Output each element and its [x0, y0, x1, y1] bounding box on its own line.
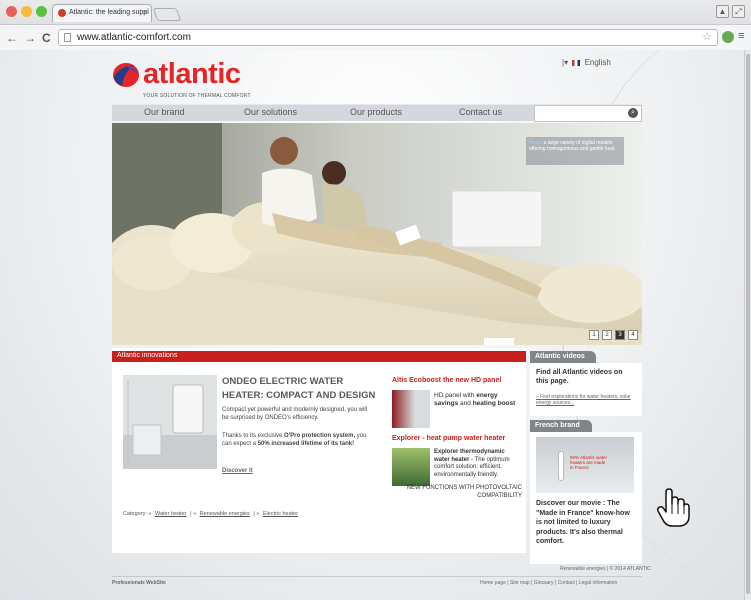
logo-wordmark: atlantic: [143, 58, 241, 90]
toolbar: ← → C www.atlantic-comfort.com ☆ ≡: [0, 24, 751, 50]
page-scrollbar[interactable]: [744, 50, 751, 600]
close-window-button[interactable]: [6, 6, 17, 17]
footer-divider: [112, 576, 642, 577]
language-selector[interactable]: |▾ English: [562, 58, 611, 67]
footer-renewable-link[interactable]: Renewable energies: [560, 566, 606, 572]
footer-nav: Home page | Site map | Glossary | Contac…: [480, 580, 618, 586]
hd-panel-image[interactable]: [392, 390, 430, 428]
feature-details-b: O'Pro protection system,: [284, 433, 356, 439]
slide-page-4[interactable]: 4: [628, 330, 638, 340]
main-menu: Our brand Our solutions Our products Con…: [112, 104, 642, 122]
window-controls: [6, 6, 47, 17]
footer-copyright: © 2014 ATLANTIC: [609, 566, 651, 572]
tab-title: Atlantic: the leading suppl: [69, 9, 149, 16]
feature-details-d: 50% increased lifetime of its tank!: [257, 441, 355, 447]
callout-text: a large variety of digital models offeri…: [529, 140, 615, 152]
menu-contact-us[interactable]: Contact us: [459, 107, 502, 117]
profile-icon[interactable]: ▲: [716, 5, 729, 18]
search-icon[interactable]: ⌕: [628, 108, 638, 118]
explorer-new-functions: NEW FUNCTIONS WITH PHOTOVOLTAIC COMPATIB…: [406, 485, 522, 499]
videos-text: Find all Atlantic videos on this page.: [536, 369, 623, 385]
slide-page-1[interactable]: 1: [589, 330, 599, 340]
category-electric-heater[interactable]: Electric heater: [263, 511, 298, 517]
feature-description: Compact yet powerful and modernly design…: [222, 407, 368, 421]
menu-our-brand[interactable]: Our brand: [144, 107, 185, 117]
menu-icon[interactable]: ≡: [738, 30, 744, 42]
forward-button[interactable]: →: [24, 31, 36, 45]
atlantic-favicon-icon: [58, 9, 66, 17]
minimize-window-button[interactable]: [21, 6, 32, 17]
slide-page-3[interactable]: 3: [615, 330, 625, 340]
scroll-thumb[interactable]: [746, 54, 750, 594]
videos-link-text: Find explorations for water heaters, sol…: [536, 394, 631, 406]
innovations-header: Atlantic innovations: [112, 351, 526, 362]
new-tab-button[interactable]: [152, 8, 182, 21]
feature-details-a: Thanks to its exclusive: [222, 433, 285, 439]
altis-text-d: heating boost: [472, 400, 516, 407]
water-heater-icon: [558, 451, 564, 481]
category-row: Category: » Water heater | » Renewable e…: [123, 511, 299, 517]
heat-pump-image[interactable]: [392, 448, 430, 486]
tab-close-icon[interactable]: ×: [142, 8, 147, 17]
browser-chrome: Atlantic: the leading suppl × ▲ ⤢ ← → C …: [0, 0, 751, 50]
menu-our-solutions[interactable]: Our solutions: [244, 107, 297, 117]
box-footer-links: Renewable energies | © 2014 ATLANTIC: [560, 566, 651, 572]
explorer-text: Explorer thermodynamic water heater - Th…: [434, 449, 522, 479]
fullscreen-icon[interactable]: ⤢: [732, 5, 745, 18]
feature-details: Thanks to its exclusive O'Pro protection…: [222, 432, 372, 448]
zoom-window-button[interactable]: [36, 6, 47, 17]
french-brand-box: 90% Atlantic water heaters are made in F…: [530, 432, 642, 564]
address-bar[interactable]: www.atlantic-comfort.com ☆: [58, 29, 718, 46]
french-brand-tab[interactable]: French brand: [530, 420, 592, 432]
slide-pager: 1 2 3 4: [589, 330, 638, 340]
atlantic-logo-icon: [113, 63, 139, 87]
footer-legal[interactable]: Legal information: [579, 580, 617, 586]
altis-ecoboost-title[interactable]: Altis Ecoboost the new HD panel: [392, 377, 501, 384]
videos-box: Find all Atlantic videos on this page. »…: [530, 363, 642, 416]
page-icon: [64, 33, 71, 42]
lang-separator: |▾: [562, 58, 569, 67]
made-in-france-caption: 90% Atlantic water heaters are made in F…: [570, 455, 608, 470]
innovations-panel: Atlantic innovations ONDEO ELECTRIC WATE…: [112, 348, 526, 553]
search-input[interactable]: ⌕: [534, 105, 642, 122]
made-in-france-image[interactable]: 90% Atlantic water heaters are made in F…: [536, 437, 634, 493]
category-renewable-energies[interactable]: Renewable energies: [200, 511, 250, 517]
footer-glossary[interactable]: Glossary: [534, 580, 554, 586]
feature-title[interactable]: ONDEO ELECTRIC WATER HEATER: COMPACT AND…: [222, 375, 378, 403]
menu-our-products[interactable]: Our products: [350, 107, 402, 117]
web-page: atlantic YOUR SOLUTION OF THERMAL COMFOR…: [0, 50, 751, 600]
bookmark-star-icon[interactable]: ☆: [702, 30, 712, 43]
videos-tab[interactable]: Atlantic videos: [530, 351, 596, 363]
reload-button[interactable]: C: [42, 31, 51, 45]
discover-it-link[interactable]: Discover it: [222, 468, 253, 474]
french-brand-text[interactable]: Discover our movie : The "Made in France…: [536, 499, 636, 547]
altis-text-a: HD panel with: [434, 392, 477, 399]
footer-home[interactable]: Home page: [480, 580, 506, 586]
url-text: www.atlantic-comfort.com: [77, 32, 191, 43]
hero-callout: Heats a large variety of digital models …: [526, 137, 624, 165]
category-label: Category:: [123, 511, 147, 517]
hand-cursor-icon: [657, 488, 690, 527]
uk-flag-icon: [572, 59, 581, 66]
videos-link[interactable]: » Find explorations for water heaters, s…: [536, 394, 636, 406]
altis-text-c: and: [458, 400, 473, 407]
ondeo-water-heater-image[interactable]: [123, 375, 217, 469]
professionals-link[interactable]: Professionals WebSite: [112, 580, 166, 586]
altis-ecoboost-text: HD panel with energy savings and heating…: [434, 392, 522, 408]
category-water-heater[interactable]: Water heater: [155, 511, 187, 517]
footer-contact[interactable]: Contact: [558, 580, 575, 586]
explorer-title[interactable]: Explorer - heat pump water heater: [392, 435, 505, 442]
browser-tab[interactable]: Atlantic: the leading suppl ×: [52, 4, 152, 22]
hero-banner[interactable]: Heats a large variety of digital models …: [112, 123, 642, 345]
slide-page-2[interactable]: 2: [602, 330, 612, 340]
logo-tagline: YOUR SOLUTION OF THERMAL COMFORT: [143, 93, 251, 99]
language-label: English: [584, 58, 611, 67]
back-button[interactable]: ←: [6, 31, 18, 45]
extension-icon[interactable]: [722, 31, 734, 43]
footer-sitemap[interactable]: Site map: [510, 580, 530, 586]
